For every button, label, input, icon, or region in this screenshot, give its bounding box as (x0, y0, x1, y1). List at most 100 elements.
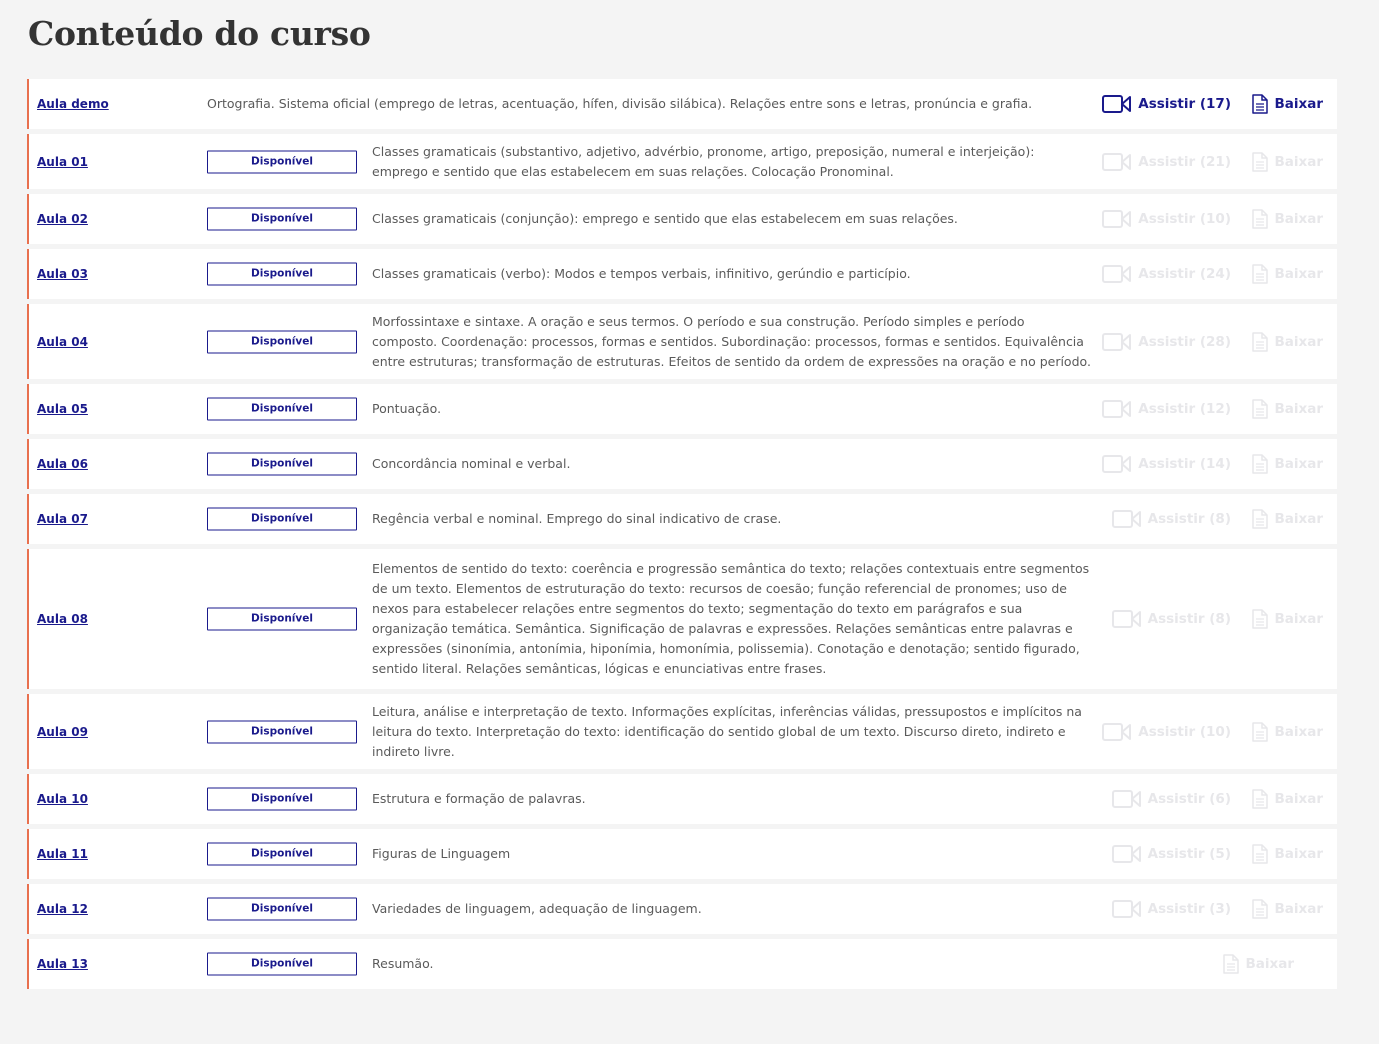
watch-button[interactable]: Assistir (17) (1102, 94, 1231, 114)
lesson-link[interactable]: Aula 02 (37, 212, 88, 226)
watch-button[interactable]: Assistir (24) (1102, 264, 1231, 284)
download-button[interactable]: Baixar (1252, 721, 1323, 742)
download-button[interactable]: Baixar (1252, 151, 1323, 172)
status-badge: Disponível (207, 607, 357, 631)
video-camera-icon (1111, 789, 1142, 809)
status-badge: Disponível (207, 507, 357, 531)
status-badge: Disponível (207, 952, 357, 976)
lesson-list: Aula demo Ortografia. Sistema oficial (e… (27, 79, 1337, 994)
video-camera-icon (1111, 509, 1142, 529)
lesson-link[interactable]: Aula 01 (37, 155, 88, 169)
download-button[interactable]: Baixar (1252, 264, 1323, 284)
lesson-link[interactable]: Aula 04 (37, 335, 88, 349)
download-label: Baixar (1274, 266, 1323, 282)
watch-label: Assistir (3) (1147, 901, 1231, 917)
lesson-row: Aula 08 Disponível Elementos de sentido … (27, 549, 1337, 689)
lesson-link[interactable]: Aula 05 (37, 402, 88, 416)
lesson-link[interactable]: Aula 06 (37, 457, 88, 471)
lesson-link[interactable]: Aula 11 (37, 847, 88, 861)
status-badge: Disponível (207, 397, 357, 421)
download-label: Baixar (1274, 511, 1323, 527)
download-button[interactable]: Baixar (1252, 789, 1323, 809)
document-icon (1252, 844, 1269, 864)
status-badge: Disponível (207, 720, 357, 743)
lesson-row: Aula 13 Disponível Resumão. Baixar (27, 939, 1337, 989)
watch-button[interactable]: Assistir (10) (1102, 722, 1231, 742)
page-title: Conteúdo do curso (28, 14, 371, 53)
lesson-row: Aula 05 Disponível Pontuação. Assistir (… (27, 384, 1337, 434)
document-icon (1252, 264, 1269, 284)
watch-label: Assistir (8) (1147, 611, 1231, 627)
download-label: Baixar (1274, 723, 1323, 740)
video-camera-icon (1102, 152, 1132, 172)
download-label: Baixar (1274, 96, 1323, 112)
download-button[interactable]: Baixar (1252, 331, 1323, 352)
download-button[interactable]: Baixar (1252, 94, 1323, 114)
lesson-link[interactable]: Aula 09 (37, 725, 88, 739)
video-camera-icon (1102, 94, 1132, 114)
lesson-description: Variedades de linguagem, adequação de li… (372, 901, 702, 916)
download-button[interactable]: Baixar (1252, 609, 1323, 629)
lesson-link[interactable]: Aula 10 (37, 792, 88, 806)
watch-button[interactable]: Assistir (28) (1102, 332, 1231, 352)
lesson-link[interactable]: Aula 03 (37, 267, 88, 281)
lesson-link[interactable]: Aula 08 (37, 612, 88, 626)
document-icon (1252, 609, 1269, 629)
lesson-description: Resumão. (372, 956, 434, 971)
lesson-description: Elementos de sentido do texto: coerência… (372, 561, 1090, 676)
download-label: Baixar (1274, 846, 1323, 862)
watch-button[interactable]: Assistir (21) (1102, 152, 1231, 172)
video-camera-icon (1102, 454, 1132, 474)
lesson-row: Aula 10 Disponível Estrutura e formação … (27, 774, 1337, 824)
document-icon (1223, 954, 1240, 974)
lesson-row: Aula demo Ortografia. Sistema oficial (e… (27, 79, 1337, 129)
lesson-link[interactable]: Aula 12 (37, 902, 88, 916)
document-icon (1252, 151, 1269, 172)
watch-button[interactable]: Assistir (5) (1111, 844, 1231, 864)
watch-button[interactable]: Assistir (8) (1111, 509, 1231, 529)
download-button[interactable]: Baixar (1252, 454, 1323, 474)
watch-button[interactable]: Assistir (8) (1111, 609, 1231, 629)
document-icon (1252, 209, 1269, 229)
watch-label: Assistir (8) (1147, 511, 1231, 527)
video-camera-icon (1102, 399, 1132, 419)
lesson-row: Aula 04 Disponível Morfossintaxe e sinta… (27, 304, 1337, 379)
lesson-link[interactable]: Aula 07 (37, 512, 88, 526)
download-button[interactable]: Baixar (1252, 209, 1323, 229)
download-button[interactable]: Baixar (1252, 899, 1323, 919)
download-button[interactable]: Baixar (1223, 954, 1294, 974)
lesson-description: Estrutura e formação de palavras. (372, 791, 586, 806)
document-icon (1252, 789, 1269, 809)
document-icon (1252, 399, 1269, 419)
download-label: Baixar (1274, 791, 1323, 807)
document-icon (1252, 721, 1269, 742)
download-button[interactable]: Baixar (1252, 844, 1323, 864)
video-camera-icon (1111, 609, 1142, 629)
watch-label: Assistir (6) (1147, 791, 1231, 807)
watch-label: Assistir (12) (1138, 401, 1231, 417)
download-label: Baixar (1274, 333, 1323, 350)
watch-button[interactable]: Assistir (3) (1111, 899, 1231, 919)
lesson-row: Aula 02 Disponível Classes gramaticais (… (27, 194, 1337, 244)
lesson-row: Aula 07 Disponível Regência verbal e nom… (27, 494, 1337, 544)
watch-label: Assistir (5) (1147, 846, 1231, 862)
watch-button[interactable]: Assistir (6) (1111, 789, 1231, 809)
download-button[interactable]: Baixar (1252, 399, 1323, 419)
lesson-link[interactable]: Aula demo (37, 97, 109, 111)
video-camera-icon (1102, 722, 1132, 742)
lesson-row: Aula 01 Disponível Classes gramaticais (… (27, 134, 1337, 189)
status-badge: Disponível (207, 262, 357, 286)
watch-button[interactable]: Assistir (14) (1102, 454, 1231, 474)
lesson-description: Leitura, análise e interpretação de text… (372, 703, 1082, 759)
video-camera-icon (1102, 264, 1132, 284)
watch-button[interactable]: Assistir (10) (1102, 209, 1231, 229)
download-button[interactable]: Baixar (1252, 509, 1323, 529)
status-badge: Disponível (207, 842, 357, 866)
lesson-description: Classes gramaticais (substantivo, adjeti… (372, 143, 1035, 179)
lesson-link[interactable]: Aula 13 (37, 957, 88, 971)
document-icon (1252, 899, 1269, 919)
watch-label: Assistir (14) (1138, 456, 1231, 472)
download-label: Baixar (1274, 611, 1323, 627)
watch-button[interactable]: Assistir (12) (1102, 399, 1231, 419)
status-badge: Disponível (207, 787, 357, 811)
